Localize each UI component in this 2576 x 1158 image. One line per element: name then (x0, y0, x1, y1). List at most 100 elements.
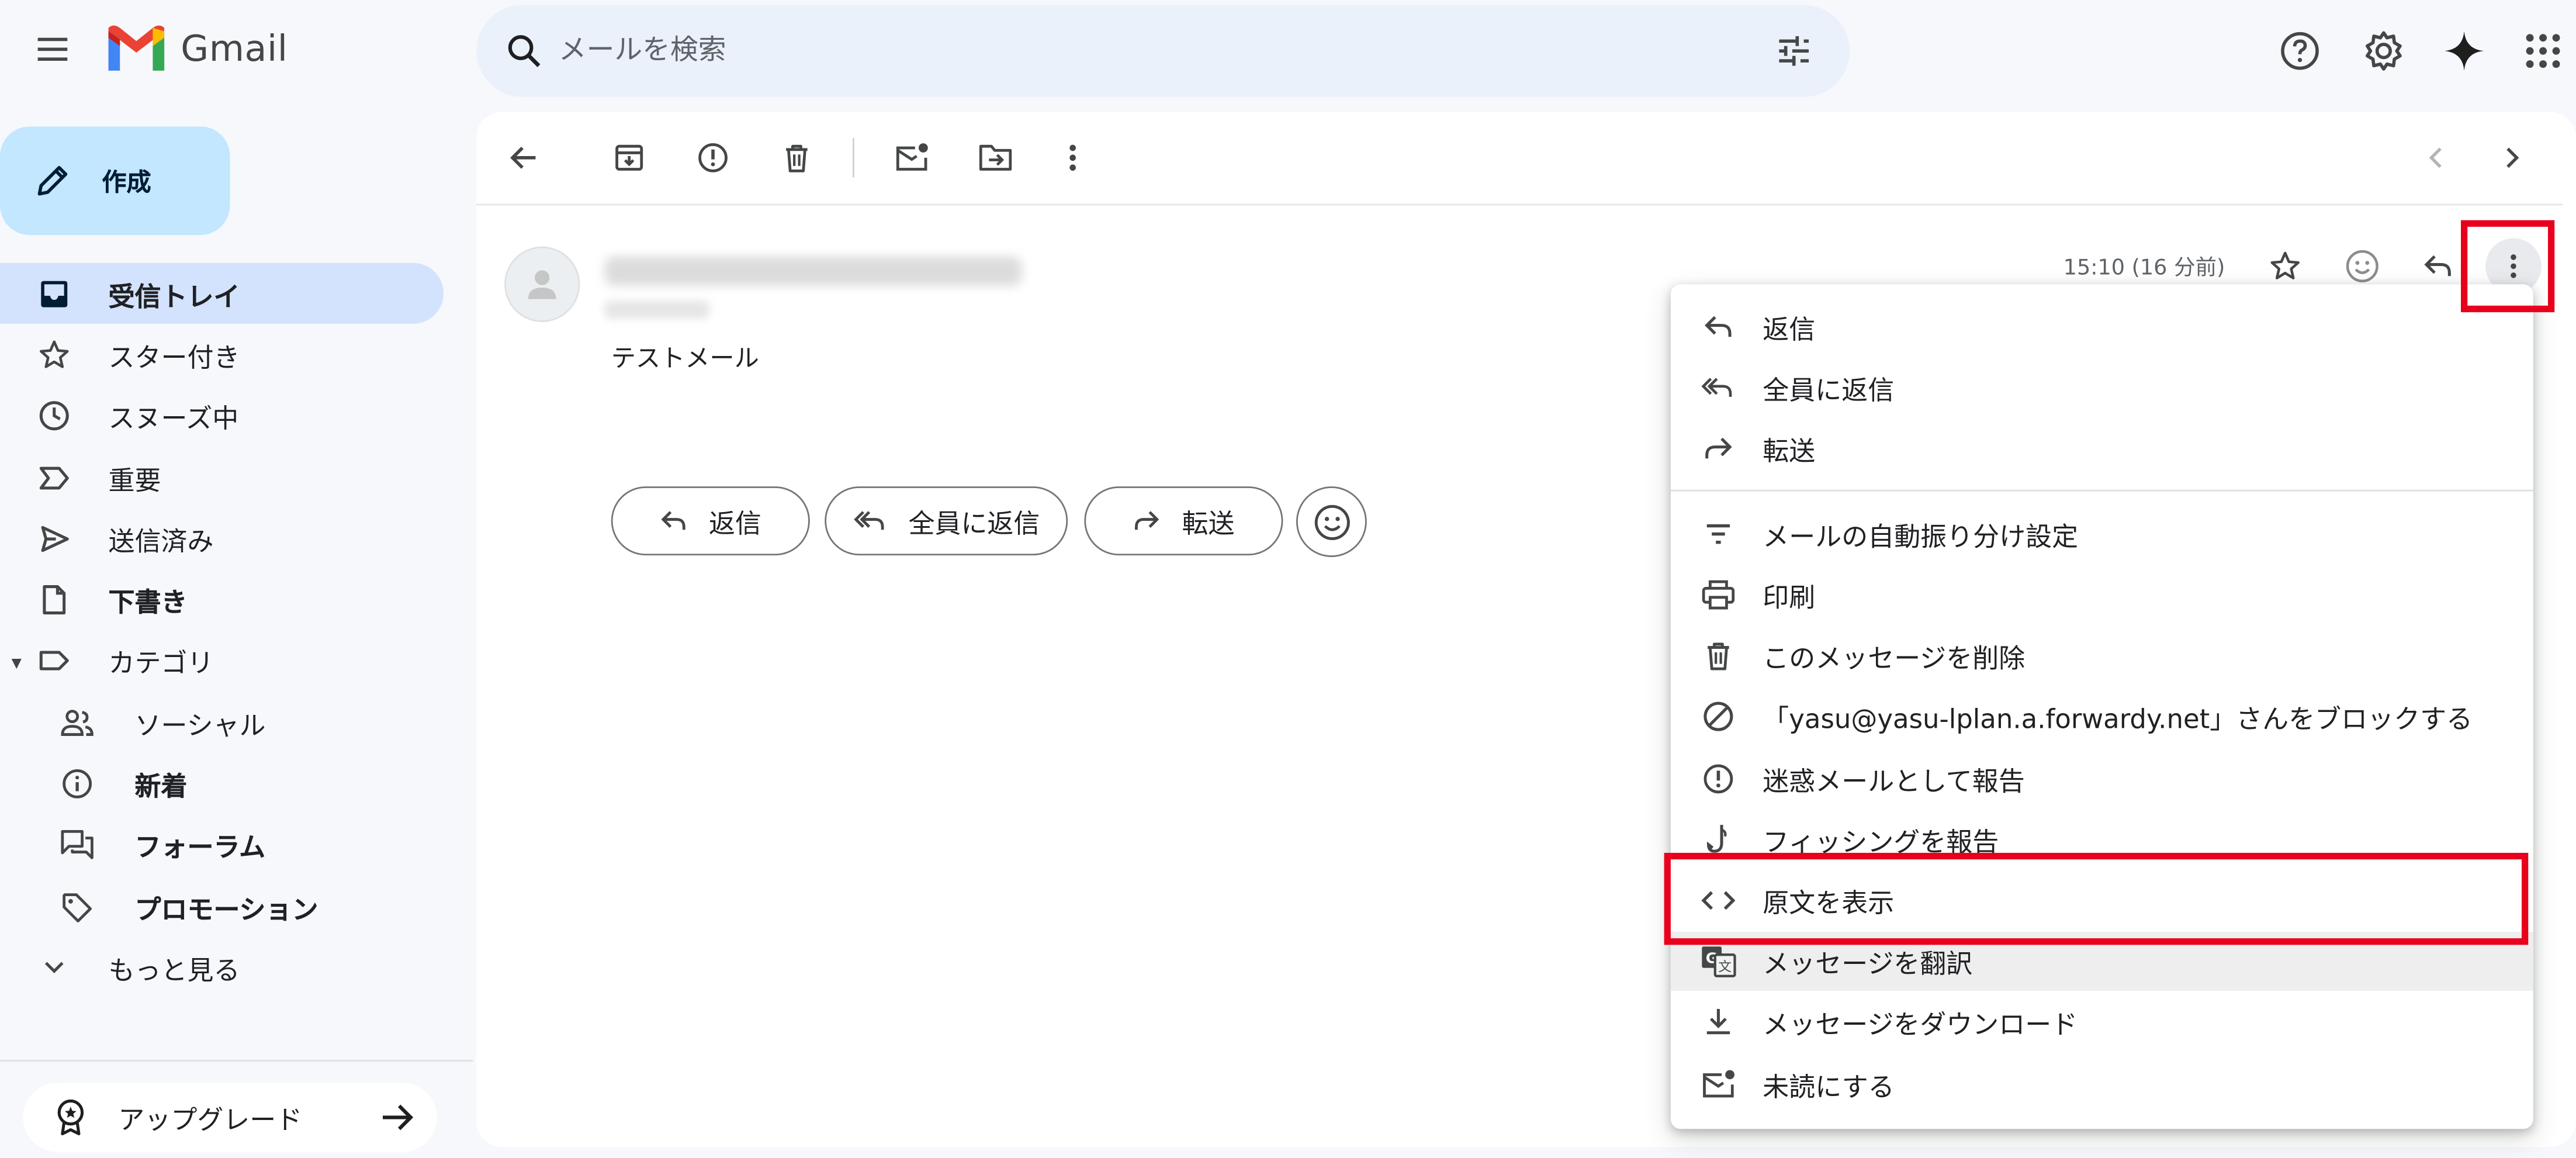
sidebar-item-label: 下書き (108, 586, 188, 618)
menu-item-forward[interactable]: 転送 (1671, 419, 2533, 478)
compose-button[interactable]: 作成 (0, 126, 230, 235)
sidebar-item-sent[interactable]: 送信済み (0, 508, 444, 569)
label-icon (36, 643, 72, 679)
move-to-icon[interactable] (970, 132, 1022, 184)
delete-icon[interactable] (770, 132, 823, 184)
search-icon[interactable] (496, 23, 552, 79)
menu-item-mark-unread[interactable]: 未読にする (1671, 1055, 2533, 1114)
gmail-page: Gmail 作成 受信トレイ (0, 0, 2576, 1158)
sidebar-item-forums[interactable]: フォーラム (0, 814, 444, 876)
menu-item-print[interactable]: 印刷 (1671, 565, 2533, 624)
mark-unread-icon[interactable] (885, 132, 938, 184)
toolbar-divider (476, 203, 2563, 206)
sidebar-item-label: 重要 (108, 464, 161, 496)
sidebar-item-starred[interactable]: スター付き (0, 324, 444, 386)
sidebar-item-promotions[interactable]: プロモーション (0, 876, 444, 937)
search-bar[interactable] (476, 5, 1850, 97)
sidebar-item-inbox[interactable]: 受信トレイ (0, 262, 444, 324)
menu-item-download[interactable]: メッセージをダウンロード (1671, 993, 2533, 1052)
sidebar-item-snoozed[interactable]: スヌーズ中 (0, 385, 444, 447)
apps-grid-icon[interactable] (2510, 18, 2575, 84)
sidebar-item-label: 送信済み (108, 526, 214, 557)
reply-button[interactable]: 返信 (611, 486, 810, 556)
reply-icon (660, 506, 690, 536)
menu-item-reply-all[interactable]: 全員に返信 (1671, 358, 2533, 417)
forward-button-label: 転送 (1182, 507, 1235, 540)
prev-icon[interactable] (2410, 132, 2463, 184)
report-spam-icon[interactable] (687, 132, 739, 184)
menu-item-filter[interactable]: メールの自動振り分け設定 (1671, 504, 2533, 564)
sidebar-item-label: 受信トレイ (108, 280, 240, 312)
reply-button-label: 返信 (708, 507, 761, 540)
recipient-redacted (604, 300, 710, 319)
more-vert-icon[interactable] (1047, 132, 1099, 184)
menu-item-block[interactable]: 「yasu@yasu-lplan.a.forwardy.net」さんをブロックす… (1671, 687, 2533, 746)
sidebar-item-label: スヌーズ中 (108, 403, 239, 434)
reply-all-icon (1700, 369, 1736, 406)
print-icon (1700, 577, 1736, 613)
reply-icon (1700, 309, 1736, 345)
menu-item-delete[interactable]: このメッセージを削除 (1671, 626, 2533, 685)
sidebar-item-updates[interactable]: 新着 (0, 753, 444, 815)
chevron-down-icon (36, 950, 72, 986)
menu-item-reply[interactable]: 返信 (1671, 298, 2533, 357)
highlight-box-more-button (2461, 220, 2555, 313)
tune-icon[interactable] (1768, 25, 1820, 77)
gemini-sparkle-icon[interactable] (2431, 18, 2497, 84)
expand-caret-icon[interactable]: ▼ (12, 655, 22, 670)
forward-button[interactable]: 転送 (1084, 486, 1283, 556)
highlight-box-show-original (1664, 852, 2529, 945)
gmail-logo[interactable]: Gmail (105, 22, 288, 78)
report-spam-icon (1700, 761, 1736, 797)
delete-icon (1700, 638, 1736, 674)
sidebar-item-label: カテゴリ (108, 648, 214, 680)
people-icon (59, 704, 95, 741)
sidebar-item-label: フォーラム (134, 832, 266, 863)
upgrade-label: アップグレード (118, 1104, 303, 1136)
archive-icon[interactable] (603, 132, 656, 184)
sidebar-nav: 受信トレイ スター付き スヌーズ中 重要 送信済み 下書き ▼ カテゴリ ソーシ… (0, 262, 460, 998)
sidebar-item-label: ソーシャル (134, 709, 266, 741)
tag-icon (59, 889, 95, 925)
forward-icon (1700, 431, 1736, 467)
emoji-reaction-button[interactable] (1296, 486, 1367, 557)
back-icon[interactable] (498, 132, 550, 184)
upgrade-button[interactable]: アップグレード (23, 1083, 437, 1152)
search-input[interactable] (558, 5, 1709, 97)
sidebar-item-drafts[interactable]: 下書き (0, 569, 444, 631)
sender-redacted (604, 256, 1022, 286)
sidebar-item-social[interactable]: ソーシャル (0, 692, 444, 753)
send-icon (36, 521, 72, 557)
forum-icon (59, 827, 95, 863)
help-icon[interactable] (2267, 18, 2332, 84)
star-icon (36, 337, 72, 373)
sidebar-item-label: プロモーション (134, 893, 318, 925)
sidebar-item-categories[interactable]: ▼ カテゴリ (0, 631, 444, 692)
block-icon (1700, 699, 1736, 735)
award-icon (53, 1098, 89, 1137)
sidebar-item-more[interactable]: もっと見る (0, 937, 444, 998)
settings-icon[interactable] (2351, 18, 2416, 84)
reply-all-icon (853, 506, 889, 536)
reply-all-button[interactable]: 全員に返信 (825, 486, 1068, 556)
compose-label: 作成 (102, 167, 151, 196)
message-body: テストメール (611, 343, 759, 374)
menu-divider (1670, 489, 2533, 492)
info-icon (59, 766, 95, 802)
gmail-m-icon (105, 25, 168, 74)
message-more-menu: 返信 全員に返信 転送 メールの自動振り分け設定 印刷 このメッセージを削除 「… (1670, 284, 2533, 1129)
inbox-icon (36, 275, 72, 312)
avatar[interactable] (504, 246, 580, 322)
sidebar-divider (0, 1060, 473, 1062)
next-icon[interactable] (2485, 132, 2538, 184)
svg-text:文: 文 (1718, 959, 1731, 974)
app-name: Gmail (181, 29, 288, 70)
sidebar-item-label: 新着 (134, 770, 188, 802)
important-icon (36, 459, 72, 496)
hamburger-icon[interactable] (23, 20, 82, 79)
menu-item-report-spam[interactable]: 迷惑メールとして報告 (1671, 749, 2533, 808)
mark-unread-icon (1700, 1066, 1736, 1102)
filter-icon (1700, 516, 1736, 552)
sidebar-item-important[interactable]: 重要 (0, 447, 444, 508)
pencil-icon (33, 161, 72, 200)
